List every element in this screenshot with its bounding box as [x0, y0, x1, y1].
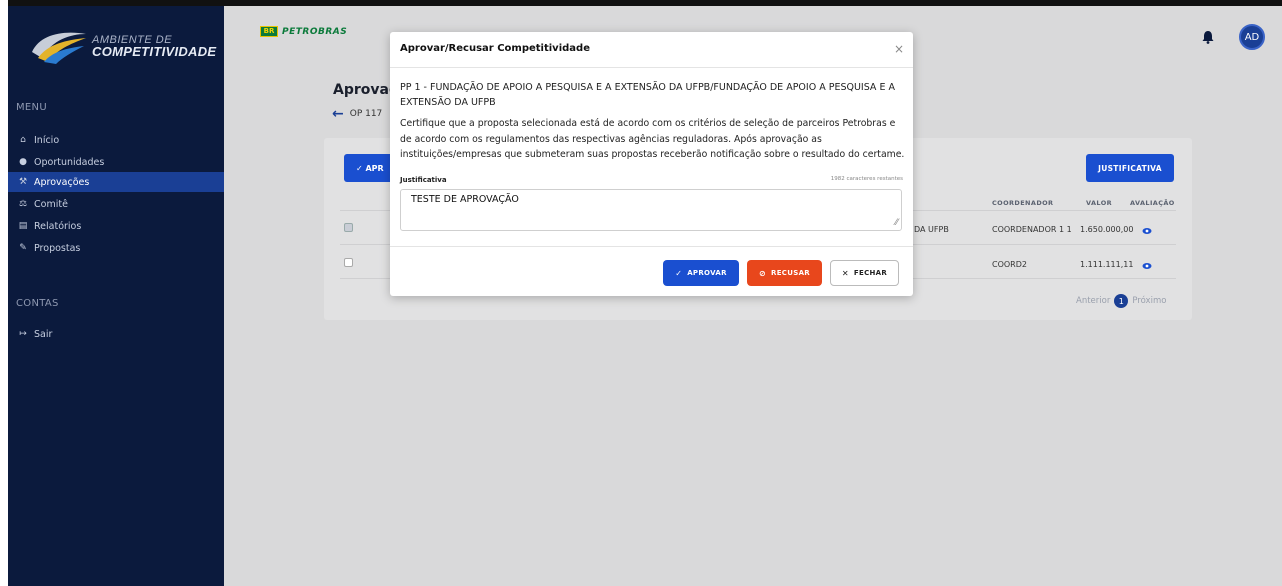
check-icon: ✓ — [675, 268, 683, 278]
column-header-evaluation: AVALIAÇÃO — [1130, 199, 1175, 207]
report-icon: ▤ — [18, 221, 28, 231]
logo-line2: COMPETITIVIDADE — [92, 44, 217, 59]
sidebar-item-propostas[interactable]: ✎ Propostas — [8, 238, 224, 258]
petrobras-logo: BR PETROBRAS — [260, 26, 347, 37]
table-cell-value: 1.650.000,00 — [1080, 225, 1134, 234]
gavel-icon: ⚒ — [18, 177, 28, 187]
sidebar-item-sair[interactable]: ↦ Sair — [8, 324, 224, 344]
refuse-button-label: RECUSAR — [771, 269, 810, 277]
row-checkbox[interactable] — [344, 258, 353, 267]
logout-icon: ↦ — [19, 329, 27, 339]
justification-textarea[interactable]: TESTE DE APROVAÇÃO ⁄⁄ — [400, 189, 902, 231]
close-button-label: FECHAR — [853, 269, 888, 277]
pagination-next[interactable]: Próximo — [1132, 296, 1166, 306]
committee-icon: ⚖ — [18, 199, 28, 209]
back-arrow-icon[interactable]: ← — [332, 106, 344, 122]
sidebar-item-label: Aprovações — [34, 176, 90, 188]
eye-icon[interactable] — [1142, 262, 1152, 270]
pagination-previous[interactable]: Anterior — [1076, 296, 1110, 306]
contas-section-label: CONTAS — [16, 298, 59, 309]
refuse-button[interactable]: ⊘ RECUSAR — [747, 260, 822, 286]
sidebar-item-relatorios[interactable]: ▤ Relatórios — [8, 216, 224, 236]
petrobras-text: PETROBRAS — [282, 26, 348, 37]
app-logo[interactable]: AMBIENTE DE COMPETITIVIDADE — [30, 24, 220, 68]
approve-button[interactable]: ✓ APROVAR — [663, 260, 739, 286]
sidebar: AMBIENTE DE COMPETITIVIDADE MENU ⌂ Iníci… — [8, 6, 224, 586]
modal-footer-divider — [390, 246, 913, 247]
x-icon: ✕ — [841, 268, 849, 278]
column-header-coordinator: COORDENADOR — [992, 199, 1054, 207]
modal-organization: PP 1 - FUNDAÇÃO DE APOIO A PESQUISA E A … — [400, 82, 895, 108]
table-cell-coordinator: COORD2 — [992, 260, 1027, 269]
justification-value: TESTE DE APROVAÇÃO — [411, 194, 519, 205]
petrobras-box-icon: BR — [260, 26, 278, 37]
sidebar-item-label: Sair — [34, 328, 53, 340]
eye-icon[interactable] — [1142, 227, 1152, 235]
justification-label: Justificativa — [400, 176, 447, 184]
lightbulb-icon: ● — [19, 157, 27, 167]
sidebar-item-label: Comitê — [34, 198, 68, 210]
sidebar-item-oportunidades[interactable]: ● Oportunidades — [8, 152, 224, 172]
close-icon[interactable]: × — [894, 42, 904, 56]
proposal-icon: ✎ — [19, 243, 27, 253]
bell-icon[interactable] — [1202, 30, 1214, 44]
avatar[interactable]: AD — [1239, 24, 1265, 50]
approve-refuse-modal: Aprovar/Recusar Competitividade × PP 1 -… — [390, 32, 913, 296]
ban-icon: ⊘ — [759, 268, 767, 278]
sidebar-item-label: Relatórios — [34, 220, 82, 232]
table-cell-value: 1.111.111,11 — [1080, 260, 1134, 269]
row-checkbox[interactable] — [344, 223, 353, 232]
approve-button-label: APROVAR — [687, 269, 727, 277]
home-icon: ⌂ — [20, 135, 26, 145]
sidebar-item-label: Oportunidades — [34, 156, 105, 168]
breadcrumb-text: OP 117 — [349, 109, 383, 119]
logo-swoosh-icon — [32, 32, 86, 64]
sidebar-item-label: Início — [34, 134, 60, 146]
table-cell-org: DA UFPB — [914, 225, 949, 234]
sidebar-item-inicio[interactable]: ⌂ Início — [8, 130, 224, 150]
resize-handle-icon[interactable]: ⁄⁄ — [895, 218, 898, 228]
menu-section-label: MENU — [16, 102, 47, 113]
pagination-current[interactable]: 1 — [1114, 294, 1129, 308]
modal-title: Aprovar/Recusar Competitividade — [400, 43, 590, 54]
sidebar-item-label: Propostas — [34, 242, 81, 254]
modal-header: Aprovar/Recusar Competitividade × — [390, 32, 913, 68]
sidebar-item-aprovacoes[interactable]: ⚒ Aprovações — [8, 172, 224, 192]
close-button[interactable]: ✕ FECHAR — [830, 260, 899, 286]
modal-message: Certifique que a proposta selecionada es… — [400, 118, 905, 160]
breadcrumb: ← OP 117 — [332, 106, 382, 122]
column-header-value[interactable]: VALOR — [1086, 199, 1112, 207]
justification-button[interactable]: JUSTIFICATIVA — [1086, 154, 1174, 182]
pagination: Anterior 1 Próximo — [1076, 294, 1166, 308]
chars-remaining: 1982 caracteres restantes — [830, 176, 903, 182]
sidebar-item-comite[interactable]: ⚖ Comitê — [8, 194, 224, 214]
table-cell-coordinator: COORDENADOR 1 1 — [992, 225, 1072, 234]
